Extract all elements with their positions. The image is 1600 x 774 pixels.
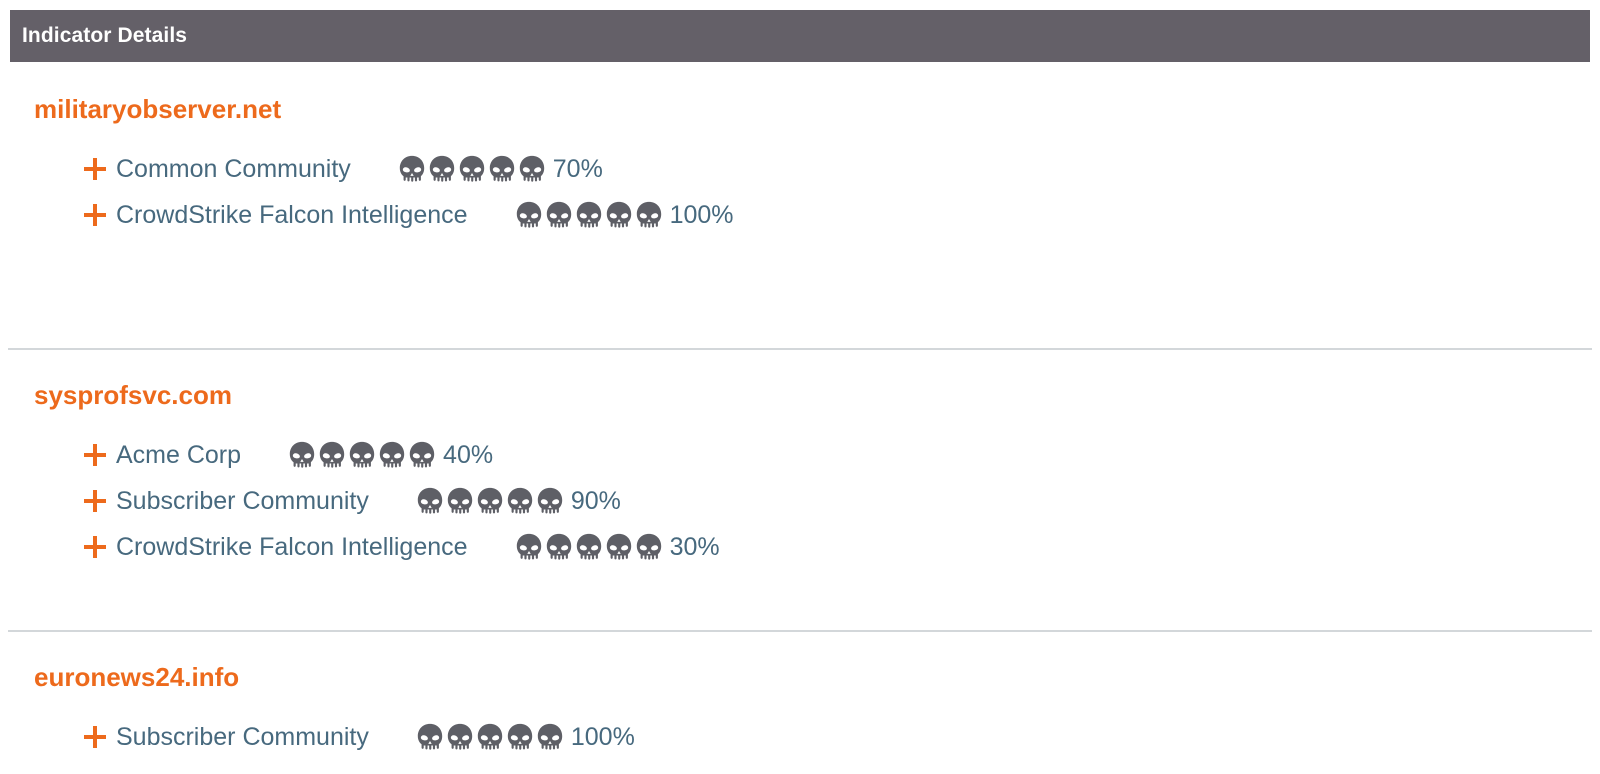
panel-header: Indicator Details	[10, 10, 1590, 62]
indicator-sections: militaryobserver.net Common Community 70% C…	[0, 62, 1600, 774]
skull-icon	[535, 722, 565, 752]
indicator-section: militaryobserver.net Common Community 70% C…	[0, 62, 1600, 348]
skull-icon	[457, 154, 487, 184]
skull-icon	[475, 486, 505, 516]
source-row[interactable]: Subscriber Community 100%	[0, 714, 1600, 760]
source-list: Common Community 70% CrowdStrike Falcon In…	[0, 146, 1600, 238]
skull-icon	[517, 154, 547, 184]
source-row[interactable]: Common Community 70%	[0, 146, 1600, 192]
skull-icon	[574, 200, 604, 230]
skull-icon	[505, 722, 535, 752]
skull-icon	[407, 440, 437, 470]
source-label: Acme Corp	[116, 441, 242, 469]
plus-icon[interactable]	[84, 490, 106, 512]
skull-icon	[415, 486, 445, 516]
confidence-value: 100%	[570, 723, 635, 751]
source-list: Acme Corp 40% Subscriber Community 90% Crowd…	[0, 432, 1600, 570]
skull-icon	[634, 200, 664, 230]
plus-icon[interactable]	[84, 444, 106, 466]
skull-icon	[505, 486, 535, 516]
skull-icon	[544, 532, 574, 562]
skull-rating	[415, 722, 565, 752]
skull-icon	[535, 486, 565, 516]
indicator-name[interactable]: euronews24.info	[34, 662, 1600, 692]
skull-icon	[604, 200, 634, 230]
source-row[interactable]: CrowdStrike Falcon Intelligence 30%	[0, 524, 1600, 570]
skull-icon	[475, 722, 505, 752]
skull-rating	[514, 532, 664, 562]
source-label: CrowdStrike Falcon Intelligence	[116, 533, 468, 561]
indicator-section: sysprofsvc.com Acme Corp 40% Subscriber Com…	[0, 348, 1600, 630]
confidence-value: 70%	[552, 155, 603, 183]
skull-icon	[427, 154, 457, 184]
skull-icon	[574, 532, 604, 562]
source-list: Subscriber Community 100%	[0, 714, 1600, 760]
skull-icon	[487, 154, 517, 184]
confidence-value: 90%	[570, 487, 621, 515]
confidence-value: 30%	[669, 533, 720, 561]
skull-rating	[397, 154, 547, 184]
indicator-name[interactable]: sysprofsvc.com	[34, 380, 1600, 410]
source-label: CrowdStrike Falcon Intelligence	[116, 201, 468, 229]
skull-icon	[514, 200, 544, 230]
skull-icon	[445, 722, 475, 752]
plus-icon[interactable]	[84, 204, 106, 226]
plus-icon[interactable]	[84, 536, 106, 558]
skull-icon	[634, 532, 664, 562]
indicator-details-body: militaryobserver.net Common Community 70% C…	[0, 62, 1600, 774]
skull-icon	[544, 200, 574, 230]
skull-icon	[514, 532, 544, 562]
skull-rating	[287, 440, 437, 470]
skull-icon	[347, 440, 377, 470]
source-label: Common Community	[116, 155, 351, 183]
indicator-section: euronews24.info Subscriber Community 100%	[0, 630, 1600, 774]
confidence-value: 100%	[669, 201, 734, 229]
skull-icon	[445, 486, 475, 516]
skull-rating	[415, 486, 565, 516]
skull-icon	[397, 154, 427, 184]
source-label: Subscriber Community	[116, 487, 369, 515]
source-label: Subscriber Community	[116, 723, 369, 751]
confidence-value: 40%	[443, 441, 494, 469]
skull-icon	[317, 440, 347, 470]
skull-icon	[377, 440, 407, 470]
indicator-name[interactable]: militaryobserver.net	[34, 94, 1600, 124]
page-title: Indicator Details	[22, 24, 188, 47]
plus-icon[interactable]	[84, 158, 106, 180]
plus-icon[interactable]	[84, 726, 106, 748]
source-row[interactable]: Acme Corp 40%	[0, 432, 1600, 478]
skull-icon	[415, 722, 445, 752]
skull-icon	[604, 532, 634, 562]
skull-icon	[287, 440, 317, 470]
source-row[interactable]: CrowdStrike Falcon Intelligence 100%	[0, 192, 1600, 238]
source-row[interactable]: Subscriber Community 90%	[0, 478, 1600, 524]
skull-rating	[514, 200, 664, 230]
